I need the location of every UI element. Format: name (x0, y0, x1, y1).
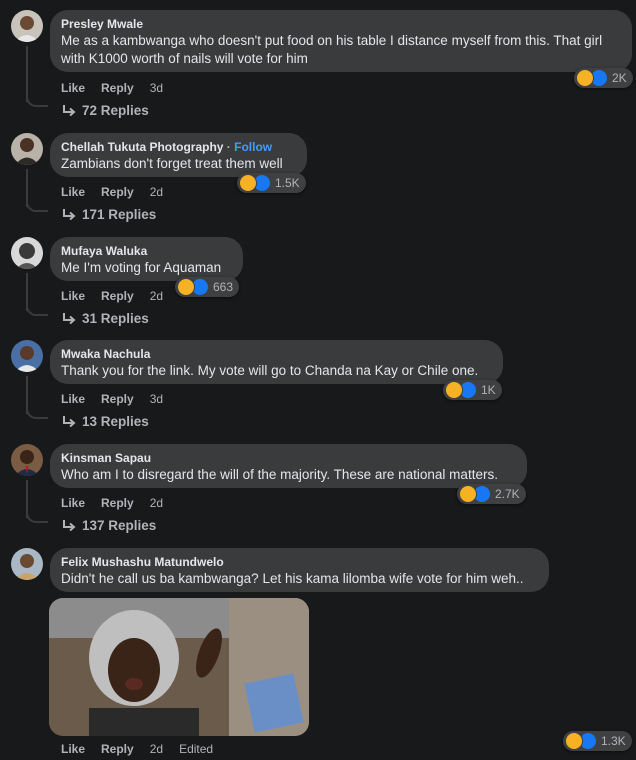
view-replies-link[interactable]: 137 Replies (62, 518, 156, 533)
comment-actions: Like Reply 3d (61, 81, 163, 95)
reply-button[interactable]: Reply (101, 289, 134, 303)
reply-arrow-icon (63, 519, 76, 531)
thread-connector (26, 200, 48, 212)
haha-reaction-icon (459, 485, 477, 503)
comment-actions: Like Reply 2d (61, 185, 163, 199)
comment-bubble: Chellah Tukuta Photography · Follow Zamb… (50, 133, 307, 177)
comment-time[interactable]: 2d (150, 185, 163, 199)
avatar[interactable] (11, 444, 43, 476)
comment-text: Me I'm voting for Aquaman (61, 260, 222, 275)
like-button[interactable]: Like (61, 289, 85, 303)
reply-button[interactable]: Reply (101, 81, 134, 95)
view-replies-link[interactable]: 72 Replies (62, 103, 149, 118)
comment-text: Who am I to disregard the will of the ma… (61, 467, 498, 482)
comment-media-image[interactable] (49, 598, 309, 736)
replies-count: 72 Replies (82, 103, 149, 118)
comment-text: Didn't he call us ba kambwanga? Let his … (61, 571, 524, 586)
comment-text: Thank you for the link. My vote will go … (61, 363, 479, 378)
haha-reaction-icon (576, 69, 594, 87)
reply-button[interactable]: Reply (101, 185, 134, 199)
haha-reaction-icon (239, 174, 257, 192)
reply-arrow-icon (63, 415, 76, 427)
comment-author[interactable]: Chellah Tukuta Photography (61, 140, 223, 154)
reaction-summary[interactable]: 1.3K (563, 731, 632, 751)
haha-reaction-icon (177, 278, 195, 296)
comment-bubble: Mufaya Waluka Me I'm voting for Aquaman (50, 237, 243, 281)
comment-author[interactable]: Felix Mushashu Matundwelo (61, 555, 537, 570)
like-button[interactable]: Like (61, 496, 85, 510)
comment-author[interactable]: Mwaka Nachula (61, 347, 491, 362)
view-replies-link[interactable]: 31 Replies (62, 311, 149, 326)
comment-actions: Like Reply 2d (61, 496, 163, 510)
reaction-count: 1.3K (601, 734, 626, 748)
reaction-summary[interactable]: 1.5K (237, 173, 306, 193)
edited-label: Edited (179, 742, 214, 756)
thread-connector (26, 511, 48, 523)
comment-bubble: Felix Mushashu Matundwelo Didn't he call… (50, 548, 549, 592)
reaction-count: 663 (213, 280, 234, 294)
comment-actions: Like Reply 2d Edited (61, 742, 213, 756)
comment-author[interactable]: Kinsman Sapau (61, 451, 515, 466)
reply-button[interactable]: Reply (101, 742, 134, 756)
thread-connector (26, 95, 48, 107)
comment-actions: Like Reply 3d (61, 392, 163, 406)
reaction-summary[interactable]: 2K (574, 68, 633, 88)
comment-author[interactable]: Mufaya Waluka (61, 244, 231, 259)
replies-count: 13 Replies (82, 414, 149, 429)
reply-arrow-icon (63, 208, 76, 220)
comment-time[interactable]: 3d (150, 81, 163, 95)
reply-arrow-icon (63, 312, 76, 324)
comment-bubble: Mwaka Nachula Thank you for the link. My… (50, 340, 503, 384)
reaction-count: 2K (612, 71, 627, 85)
avatar[interactable] (11, 133, 43, 165)
haha-reaction-icon (445, 381, 463, 399)
avatar[interactable] (11, 237, 43, 269)
comment-time[interactable]: 2d (150, 742, 163, 756)
comment-actions: Like Reply 2d (61, 289, 163, 303)
view-replies-link[interactable]: 171 Replies (62, 207, 156, 222)
like-button[interactable]: Like (61, 185, 85, 199)
replies-count: 31 Replies (82, 311, 149, 326)
comment-time[interactable]: 3d (150, 392, 163, 406)
comment-time[interactable]: 2d (150, 289, 163, 303)
reaction-summary[interactable]: 2.7K (457, 484, 526, 504)
like-button[interactable]: Like (61, 81, 85, 95)
reaction-count: 1.5K (275, 176, 300, 190)
view-replies-link[interactable]: 13 Replies (62, 414, 149, 429)
follow-separator: · (226, 140, 231, 154)
reply-arrow-icon (63, 104, 76, 116)
comment-text: Me as a kambwanga who doesn't put food o… (61, 33, 603, 66)
reply-button[interactable]: Reply (101, 392, 134, 406)
like-button[interactable]: Like (61, 742, 85, 756)
avatar[interactable] (11, 548, 43, 580)
reaction-summary[interactable]: 1K (443, 380, 502, 400)
reaction-count: 2.7K (495, 487, 520, 501)
comment-text: Zambians don't forget treat them well (61, 156, 283, 171)
follow-button[interactable]: Follow (234, 140, 272, 154)
comment-time[interactable]: 2d (150, 496, 163, 510)
comment-bubble: Kinsman Sapau Who am I to disregard the … (50, 444, 527, 488)
avatar[interactable] (11, 10, 43, 42)
avatar[interactable] (11, 340, 43, 372)
reply-button[interactable]: Reply (101, 496, 134, 510)
reaction-count: 1K (481, 383, 496, 397)
replies-count: 171 Replies (82, 207, 157, 222)
comment-header: Chellah Tukuta Photography · Follow (61, 140, 295, 155)
comment-author[interactable]: Presley Mwale (61, 17, 620, 32)
thread-line (26, 46, 28, 102)
like-button[interactable]: Like (61, 392, 85, 406)
replies-count: 137 Replies (82, 518, 157, 533)
reaction-summary[interactable]: 663 (175, 277, 240, 297)
thread-connector (26, 407, 48, 419)
comment-bubble: Presley Mwale Me as a kambwanga who does… (50, 10, 632, 72)
thread-connector (26, 304, 48, 316)
haha-reaction-icon (565, 732, 583, 750)
